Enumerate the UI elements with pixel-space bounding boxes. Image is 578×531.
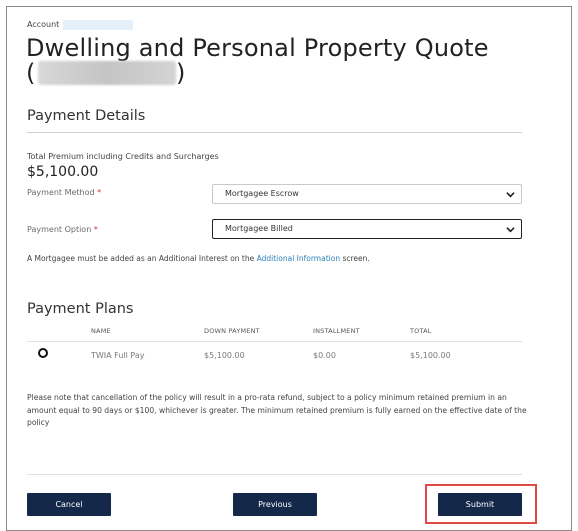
title-paren-open: (	[26, 59, 36, 87]
plan-installment: $0.00	[313, 351, 336, 360]
table-header-divider	[27, 341, 522, 342]
account-number-redacted	[63, 20, 133, 30]
column-header-total: TOTAL	[410, 327, 432, 335]
submit-highlight-box	[425, 484, 537, 524]
previous-button[interactable]: Previous	[233, 493, 317, 516]
note-text: A Mortgagee must be added as an Addition…	[27, 254, 255, 263]
cancellation-disclaimer: Please note that cancellation of the pol…	[27, 393, 527, 427]
mortgagee-note: A Mortgagee must be added as an Addition…	[27, 254, 370, 263]
plan-name: TWIA Full Pay	[91, 351, 145, 360]
payment-option-label-text: Payment Option	[27, 225, 92, 234]
required-asterisk: *	[93, 225, 98, 234]
column-header-installment: INSTALLMENT	[313, 327, 360, 335]
title-paren-close: )	[176, 59, 186, 87]
chevron-down-icon	[506, 227, 515, 233]
premium-value: $5,100.00	[27, 164, 99, 180]
payment-option-select[interactable]: Mortgagee Billed	[212, 219, 522, 239]
section-divider	[27, 132, 522, 133]
cancel-button[interactable]: Cancel	[27, 493, 111, 516]
chevron-down-icon	[506, 192, 515, 198]
premium-label: Total Premium including Credits and Surc…	[27, 152, 219, 161]
column-header-down-payment: DOWN PAYMENT	[204, 327, 260, 335]
payment-plans-heading: Payment Plans	[27, 301, 134, 317]
column-header-name: NAME	[91, 327, 111, 335]
plan-total: $5,100.00	[410, 351, 451, 360]
payment-method-value: Mortgagee Escrow	[225, 189, 299, 198]
plan-radio-button[interactable]	[38, 348, 48, 358]
account-label: Account	[27, 20, 60, 29]
payment-method-select[interactable]: Mortgagee Escrow	[212, 184, 522, 204]
payment-option-value: Mortgagee Billed	[225, 224, 293, 233]
quote-number-redacted	[38, 61, 176, 85]
additional-information-link[interactable]: Additional Information	[257, 254, 340, 263]
plan-down-payment: $5,100.00	[204, 351, 245, 360]
note-suffix: screen.	[342, 254, 370, 263]
payment-details-heading: Payment Details	[27, 108, 146, 124]
payment-method-label: Payment Method *	[27, 188, 101, 197]
required-asterisk: *	[97, 188, 102, 197]
payment-option-label: Payment Option *	[27, 225, 98, 234]
page-title: Dwelling and Personal Property Quote	[26, 34, 489, 62]
payment-method-label-text: Payment Method	[27, 188, 95, 197]
footer-divider	[27, 474, 522, 475]
